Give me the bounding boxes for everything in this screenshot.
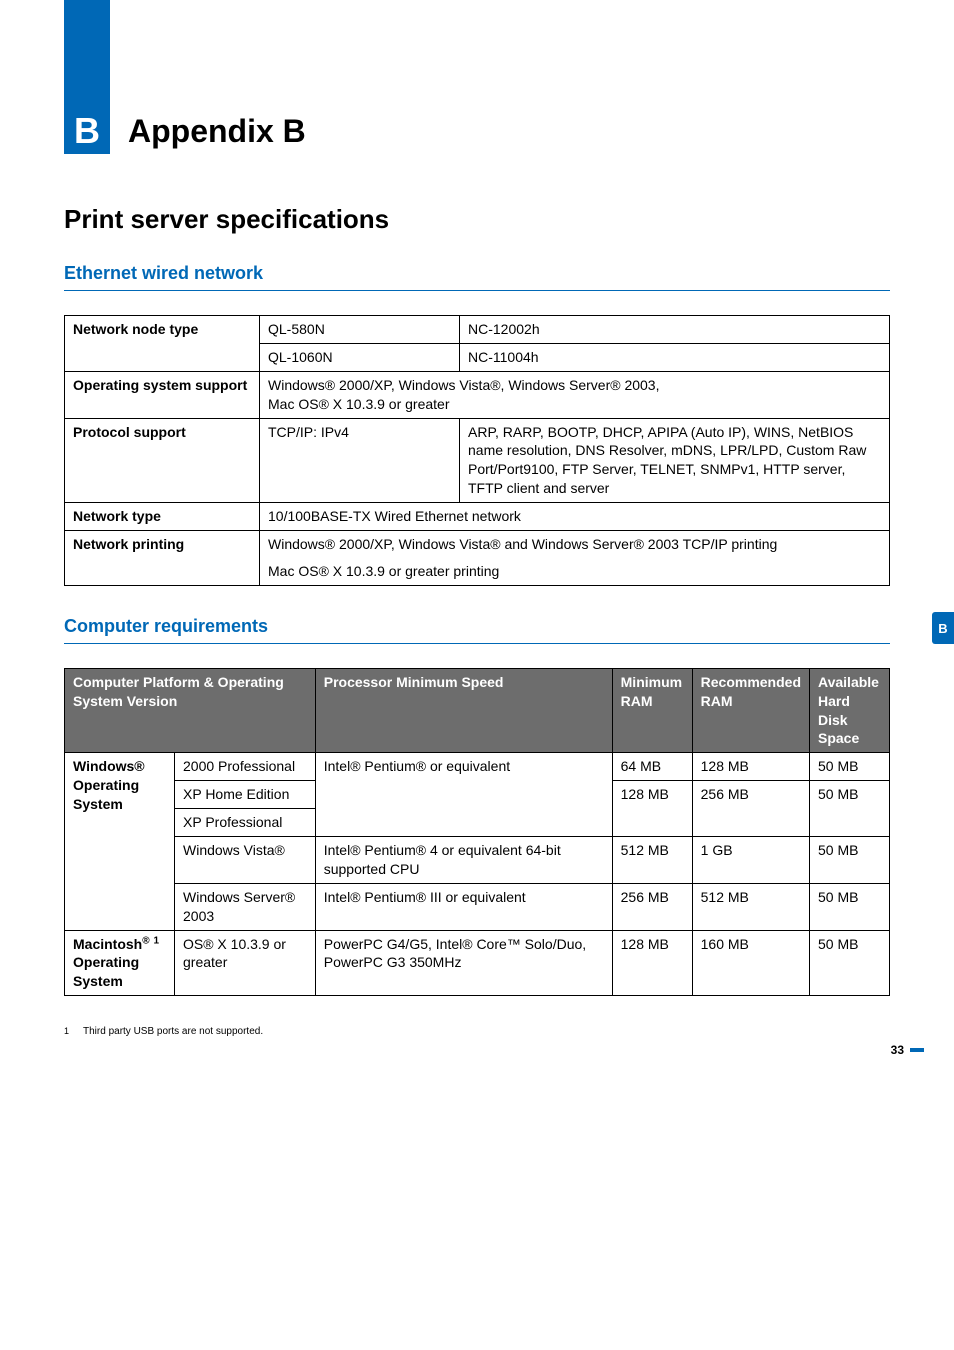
table-row: Windows Server® 2003 Intel® Pentium® III… [65,883,890,930]
appendix-letter-box: B [64,108,110,154]
table-row: Windows® Operating System 2000 Professio… [65,753,890,781]
cell: 160 MB [692,930,809,996]
cell: Windows® 2000/XP, Windows Vista®, Window… [260,371,890,418]
cell-label: Network printing [65,531,260,586]
ethernet-table: Network node type QL-580N NC-12002h QL-1… [64,315,890,586]
cell: 10/100BASE-TX Wired Ethernet network [260,503,890,531]
cell-group: Macintosh® 1 Operating System [65,930,175,996]
footnote-text: Third party USB ports are not supported. [83,1026,263,1037]
text: Windows® 2000/XP, Windows Vista® and Win… [268,535,881,554]
cell: XP Home Edition [175,781,316,809]
ethernet-heading: Ethernet wired network [64,263,890,291]
cell: ARP, RARP, BOOTP, DHCP, APIPA (Auto IP),… [460,418,890,503]
page-mark-icon [910,1048,924,1052]
cell: 128 MB [692,753,809,781]
text: Windows® 2000/XP, Windows Vista®, Window… [268,377,660,393]
table-row: Network node type QL-580N NC-12002h [65,316,890,344]
appendix-title: Appendix B [128,113,306,150]
cell: 50 MB [810,837,890,884]
cell-label: Operating system support [65,371,260,418]
header-cell: Available Hard Disk Space [810,668,890,753]
cell: 50 MB [810,753,890,781]
footnote: 1 Third party USB ports are not supporte… [64,1026,890,1037]
top-margin-stripe [0,0,954,108]
cell: Intel® Pentium® or equivalent [315,753,612,837]
cell: 512 MB [692,883,809,930]
page-number: 33 [891,1043,924,1057]
header-cell: Recommended RAM [692,668,809,753]
cell: Windows Server® 2003 [175,883,316,930]
cell: 512 MB [612,837,692,884]
table-row: Macintosh® 1 Operating System OS® X 10.3… [65,930,890,996]
cell: 256 MB [692,781,809,837]
cell: 50 MB [810,883,890,930]
side-tab: B [932,612,954,644]
footnote-number: 1 [64,1026,69,1037]
cell: 64 MB [612,753,692,781]
header-cell: Minimum RAM [612,668,692,753]
cell: Intel® Pentium® 4 or equivalent 64-bit s… [315,837,612,884]
header-cell: Computer Platform & Operating System Ver… [65,668,316,753]
appendix-header: B Appendix B [64,108,890,154]
cell: 128 MB [612,781,692,837]
cell: XP Professional [175,809,316,837]
cell: OS® X 10.3.9 or greater [175,930,316,996]
cell: QL-580N [260,316,460,344]
cell-group: Windows® Operating System [65,753,175,930]
requirements-table: Computer Platform & Operating System Ver… [64,668,890,996]
requirements-heading: Computer requirements [64,616,890,644]
cell: 50 MB [810,930,890,996]
cell-label: Network node type [65,316,260,372]
text: Mac OS® X 10.3.9 or greater printing [268,562,881,581]
page-number-text: 33 [891,1043,904,1057]
table-row: Windows Vista® Intel® Pentium® 4 or equi… [65,837,890,884]
cell: 2000 Professional [175,753,316,781]
cell: NC-11004h [460,343,890,371]
cell: Windows Vista® [175,837,316,884]
table-row: Network printing Windows® 2000/XP, Windo… [65,531,890,586]
cell: Windows® 2000/XP, Windows Vista® and Win… [260,531,890,586]
table-row: Protocol support TCP/IP: IPv4 ARP, RARP,… [65,418,890,503]
table-row: Network type 10/100BASE-TX Wired Etherne… [65,503,890,531]
cell: NC-12002h [460,316,890,344]
cell: PowerPC G4/G5, Intel® Core™ Solo/Duo, Po… [315,930,612,996]
section-title: Print server specifications [64,204,890,235]
top-stripe-fill [64,0,110,108]
table-row: Operating system support Windows® 2000/X… [65,371,890,418]
cell: 50 MB [810,781,890,837]
cell: 1 GB [692,837,809,884]
header-cell: Processor Minimum Speed [315,668,612,753]
cell: TCP/IP: IPv4 [260,418,460,503]
cell-label: Network type [65,503,260,531]
cell: QL-1060N [260,343,460,371]
text: Mac OS® X 10.3.9 or greater [268,396,450,412]
cell: Intel® Pentium® III or equivalent [315,883,612,930]
cell-label: Protocol support [65,418,260,503]
cell: 256 MB [612,883,692,930]
table-header-row: Computer Platform & Operating System Ver… [65,668,890,753]
cell: 128 MB [612,930,692,996]
